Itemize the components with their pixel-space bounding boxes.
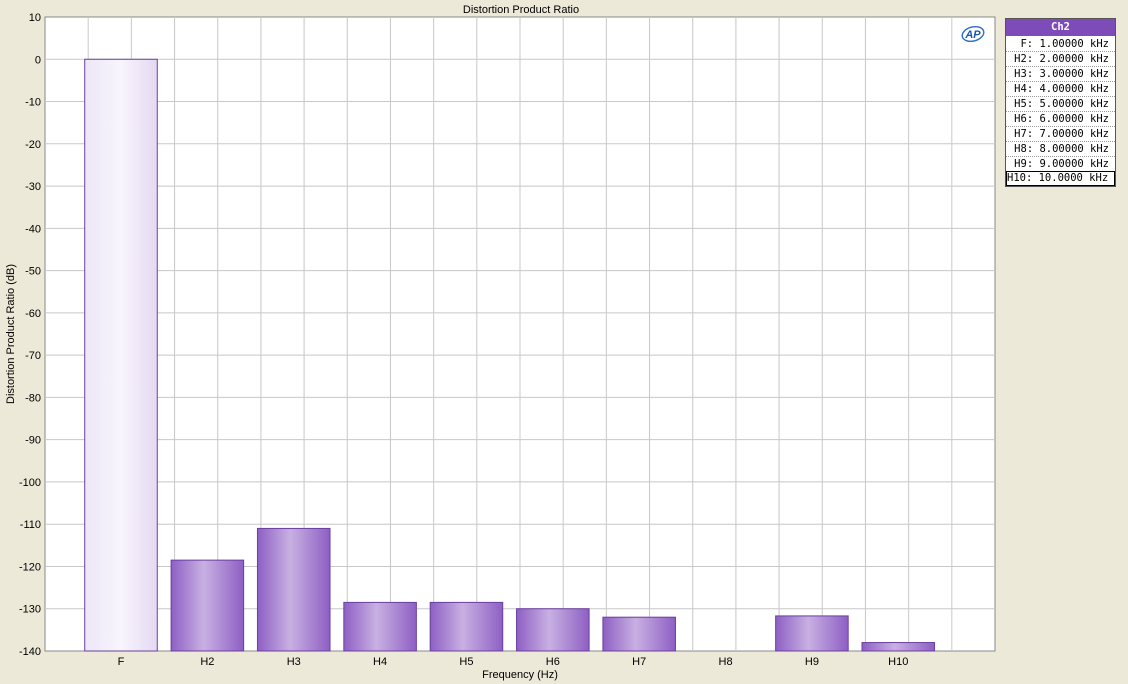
- x-tick-label: H4: [373, 656, 387, 668]
- y-tick-label: -50: [25, 266, 41, 278]
- x-tick-label: H8: [719, 656, 733, 668]
- x-tick-label: H7: [632, 656, 646, 668]
- y-axis-label: Distortion Product Ratio (dB): [5, 264, 17, 404]
- ap-logo-text: AP: [964, 29, 981, 41]
- legend-header: Ch2: [1006, 19, 1115, 37]
- legend-row[interactable]: H10: 10.0000 kHz: [1006, 171, 1115, 186]
- y-tick-label: -80: [25, 392, 41, 404]
- y-tick-label: -10: [25, 97, 41, 109]
- y-tick-label: -30: [25, 181, 41, 193]
- bar-h6: [516, 608, 590, 652]
- bar-h4: [343, 601, 417, 652]
- bar-h10: [861, 642, 936, 652]
- y-tick-label: -20: [25, 139, 41, 151]
- x-tick-label: H9: [805, 656, 819, 668]
- bar-h3: [256, 527, 331, 652]
- x-tick-label: H5: [459, 656, 473, 668]
- legend-row[interactable]: H9: 9.00000 kHz: [1006, 156, 1115, 171]
- y-tick-label: -40: [25, 223, 41, 235]
- y-tick-label: 0: [35, 54, 41, 66]
- y-tick-label: -120: [19, 561, 41, 573]
- y-tick-label: 10: [29, 12, 41, 24]
- y-tick-labels: 10 0 -10 -20 -30 -40 -50 -60 -70 -80 -90 -100 -110 -1…: [19, 12, 41, 658]
- bar-h5: [429, 601, 504, 652]
- x-tick-label: H3: [287, 656, 301, 668]
- channel-legend[interactable]: Ch2 F: 1.00000 kHz H2: 2.00000 kHz H3: 3.0…: [1005, 18, 1116, 187]
- distortion-chart: Distortion Product Ratio 10 0 -10 -20 -30 -40…: [5, 4, 996, 681]
- legend-row[interactable]: H6: 6.00000 kHz: [1006, 111, 1115, 126]
- y-tick-label: -140: [19, 646, 41, 658]
- y-tick-label: -130: [19, 604, 41, 616]
- legend-row[interactable]: H3: 3.00000 kHz: [1006, 66, 1115, 81]
- y-tick-label: -60: [25, 308, 41, 320]
- x-tick-label: F: [118, 656, 125, 668]
- chart-title: Distortion Product Ratio: [463, 4, 579, 16]
- legend-row[interactable]: H7: 7.00000 kHz: [1006, 126, 1115, 141]
- y-tick-label: -110: [20, 519, 41, 531]
- bar-h7: [602, 616, 676, 652]
- y-tick-label: -70: [25, 350, 41, 362]
- legend-row[interactable]: F: 1.00000 kHz: [1006, 37, 1115, 51]
- bar-h9: [775, 615, 849, 652]
- legend-row[interactable]: H2: 2.00000 kHz: [1006, 51, 1115, 66]
- x-tick-label: H2: [200, 656, 214, 668]
- y-tick-label: -100: [19, 477, 41, 489]
- bar-h2: [170, 559, 245, 652]
- x-tick-labels: F H2 H3 H4 H5 H6 H7 H8 H9 H10: [118, 656, 909, 668]
- x-tick-label: H6: [546, 656, 560, 668]
- legend-row[interactable]: H8: 8.00000 kHz: [1006, 141, 1115, 156]
- bar-f: [84, 58, 158, 652]
- x-tick-label: H10: [888, 656, 908, 668]
- legend-row[interactable]: H5: 5.00000 kHz: [1006, 96, 1115, 111]
- legend-rows: F: 1.00000 kHz H2: 2.00000 kHz H3: 3.00000…: [1006, 37, 1115, 186]
- x-axis-label: Frequency (Hz): [482, 669, 558, 681]
- y-tick-label: -90: [25, 435, 41, 447]
- legend-row[interactable]: H4: 4.00000 kHz: [1006, 81, 1115, 96]
